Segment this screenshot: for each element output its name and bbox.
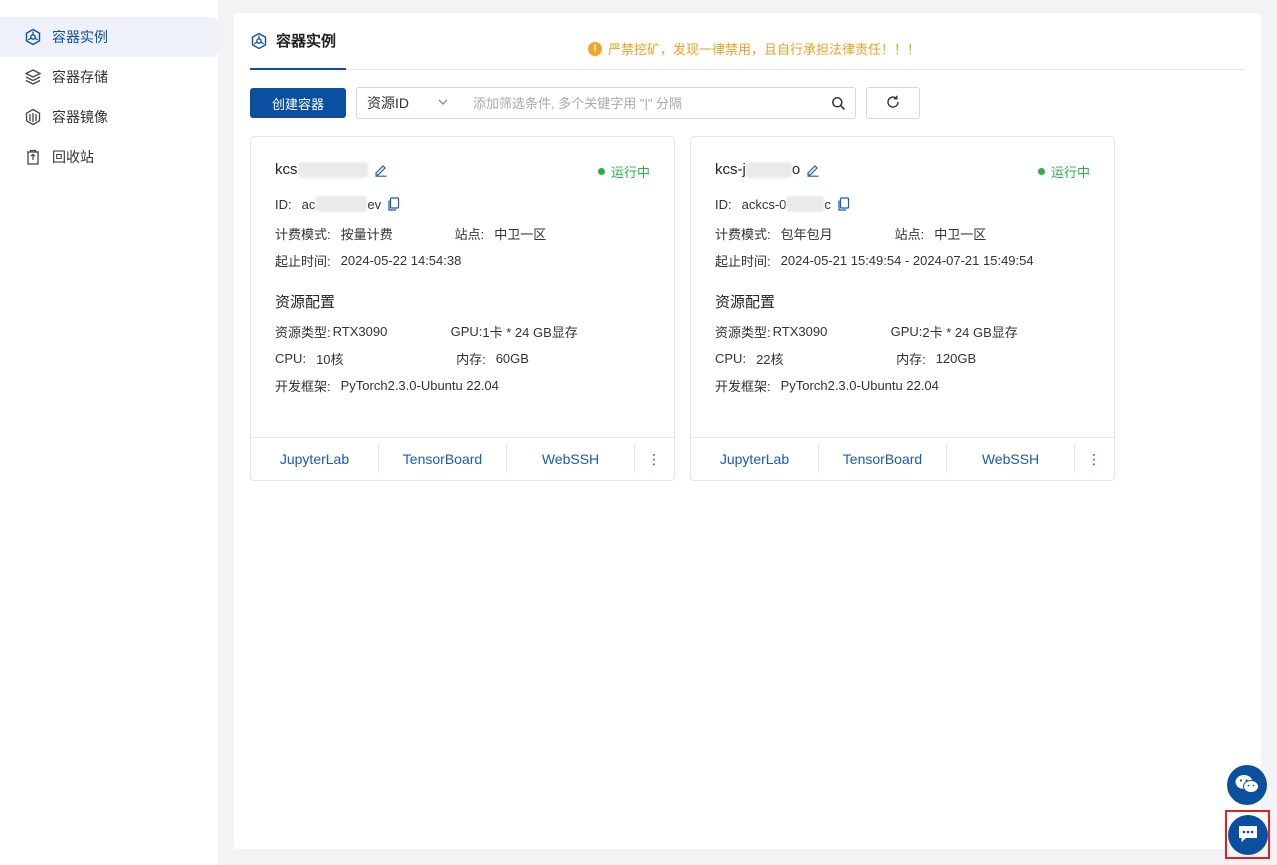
more-actions-icon[interactable]: ⋮ xyxy=(635,451,673,468)
redacted-name xyxy=(745,161,792,178)
create-container-button[interactable]: 创建容器 xyxy=(250,88,346,118)
container-name: kcs-j o xyxy=(715,161,820,178)
sidebar-item-recycle-bin[interactable]: 回收站 xyxy=(0,137,218,177)
redacted-id xyxy=(786,196,825,212)
sidebar-item-label: 容器实例 xyxy=(52,29,108,45)
edit-icon[interactable] xyxy=(374,163,388,177)
copy-icon[interactable] xyxy=(387,197,400,211)
copy-icon[interactable] xyxy=(837,197,850,211)
redacted-id xyxy=(315,196,368,212)
more-actions-icon[interactable]: ⋮ xyxy=(1075,451,1113,468)
resource-config-title: 资源配置 xyxy=(715,294,776,311)
chat-bubble-icon xyxy=(1237,824,1259,847)
container-card: kcs 运行中 ID: ac ev 计费模式: 按量计费 站点: 中卫一区 起止… xyxy=(250,136,675,481)
main-panel: 容器实例 ! 严禁挖矿，发现一律禁用，且自行承担法律责任！！！ 创建容器 资源I… xyxy=(234,13,1261,849)
sidebar-item-container-instance[interactable]: 容器实例 xyxy=(0,17,218,57)
sidebar-item-label: 容器存储 xyxy=(52,69,108,85)
status-dot xyxy=(1037,168,1045,175)
status-dot xyxy=(597,168,605,175)
jupyterlab-link[interactable]: JupyterLab xyxy=(251,445,379,473)
tab-container-instance[interactable]: 容器实例 xyxy=(250,13,346,70)
warning-icon: ! xyxy=(588,41,602,56)
time-row: 起止时间: 2024-05-21 15:49:54 - 2024-07-21 1… xyxy=(715,253,1034,269)
sidebar-item-container-image[interactable]: 容器镜像 xyxy=(0,97,218,137)
tab-label: 容器实例 xyxy=(276,33,337,50)
id-row: ID: ackcs-0 c xyxy=(715,196,850,212)
resource-config-title: 资源配置 xyxy=(275,294,336,311)
webssh-link[interactable]: WebSSH xyxy=(947,445,1075,473)
sidebar-item-label: 容器镜像 xyxy=(52,109,108,125)
search-icon[interactable] xyxy=(821,96,855,111)
cpu-row: CPU: 22核 内存: 120GB xyxy=(715,351,977,367)
framework-row: 开发框架: PyTorch2.3.0-Ubuntu 22.04 xyxy=(715,378,939,394)
container-card: kcs-j o 运行中 ID: ackcs-0 c 计费模式: 包年包月 站点:… xyxy=(690,136,1115,481)
search-input[interactable] xyxy=(459,95,821,111)
sidebar-item-container-storage[interactable]: 容器存储 xyxy=(0,57,218,97)
tensorboard-link[interactable]: TensorBoard xyxy=(819,445,947,473)
image-layers-icon xyxy=(24,108,42,126)
chat-support-button[interactable] xyxy=(1228,815,1268,855)
tab-bar: 容器实例 ! 严禁挖矿，发现一律禁用，且自行承担法律责任！！！ xyxy=(250,13,1245,70)
container-instance-icon xyxy=(24,28,42,46)
storage-stack-icon xyxy=(24,68,42,86)
wechat-button[interactable] xyxy=(1227,765,1267,805)
card-actions: JupyterLab TensorBoard WebSSH ⋮ xyxy=(251,437,674,480)
tensorboard-link[interactable]: TensorBoard xyxy=(379,445,507,473)
filter-field-value: 资源ID xyxy=(367,95,409,111)
card-actions: JupyterLab TensorBoard WebSSH ⋮ xyxy=(691,437,1114,480)
billing-row: 计费模式: 按量计费 站点: 中卫一区 xyxy=(275,227,547,242)
framework-row: 开发框架: PyTorch2.3.0-Ubuntu 22.04 xyxy=(275,378,499,394)
webssh-link[interactable]: WebSSH xyxy=(507,445,635,473)
time-row: 起止时间: 2024-05-22 14:54:38 xyxy=(275,253,462,269)
status-badge: 运行中 xyxy=(1037,162,1090,181)
container-name: kcs xyxy=(275,161,388,178)
resource-type-row: 资源类型: RTX3090 GPU: 1卡 * 24 GB显存 xyxy=(275,324,578,340)
refresh-button[interactable] xyxy=(866,87,920,119)
filter-search-box: 资源ID xyxy=(356,87,856,119)
id-row: ID: ac ev xyxy=(275,196,400,212)
edit-icon[interactable] xyxy=(806,163,820,177)
status-badge: 运行中 xyxy=(597,162,650,181)
refresh-icon xyxy=(885,94,901,113)
container-instance-icon xyxy=(250,32,268,50)
billing-row: 计费模式: 包年包月 站点: 中卫一区 xyxy=(715,227,987,242)
redacted-name xyxy=(297,161,368,178)
sidebar-item-label: 回收站 xyxy=(52,149,94,165)
resource-type-row: 资源类型: RTX3090 GPU: 2卡 * 24 GB显存 xyxy=(715,324,1018,340)
cpu-row: CPU: 10核 内存: 60GB xyxy=(275,351,529,367)
jupyterlab-link[interactable]: JupyterLab xyxy=(691,445,819,473)
mining-warning: ! 严禁挖矿，发现一律禁用，且自行承担法律责任！！！ xyxy=(588,39,920,58)
warning-text: 严禁挖矿，发现一律禁用，且自行承担法律责任！！！ xyxy=(608,42,921,57)
chevron-down-icon xyxy=(437,95,449,111)
wechat-icon xyxy=(1234,773,1260,798)
filter-field-select[interactable]: 资源ID xyxy=(357,93,459,113)
sidebar: 容器实例 容器存储 容器镜像 回收站 xyxy=(0,0,218,865)
recycle-bin-icon xyxy=(24,148,42,166)
